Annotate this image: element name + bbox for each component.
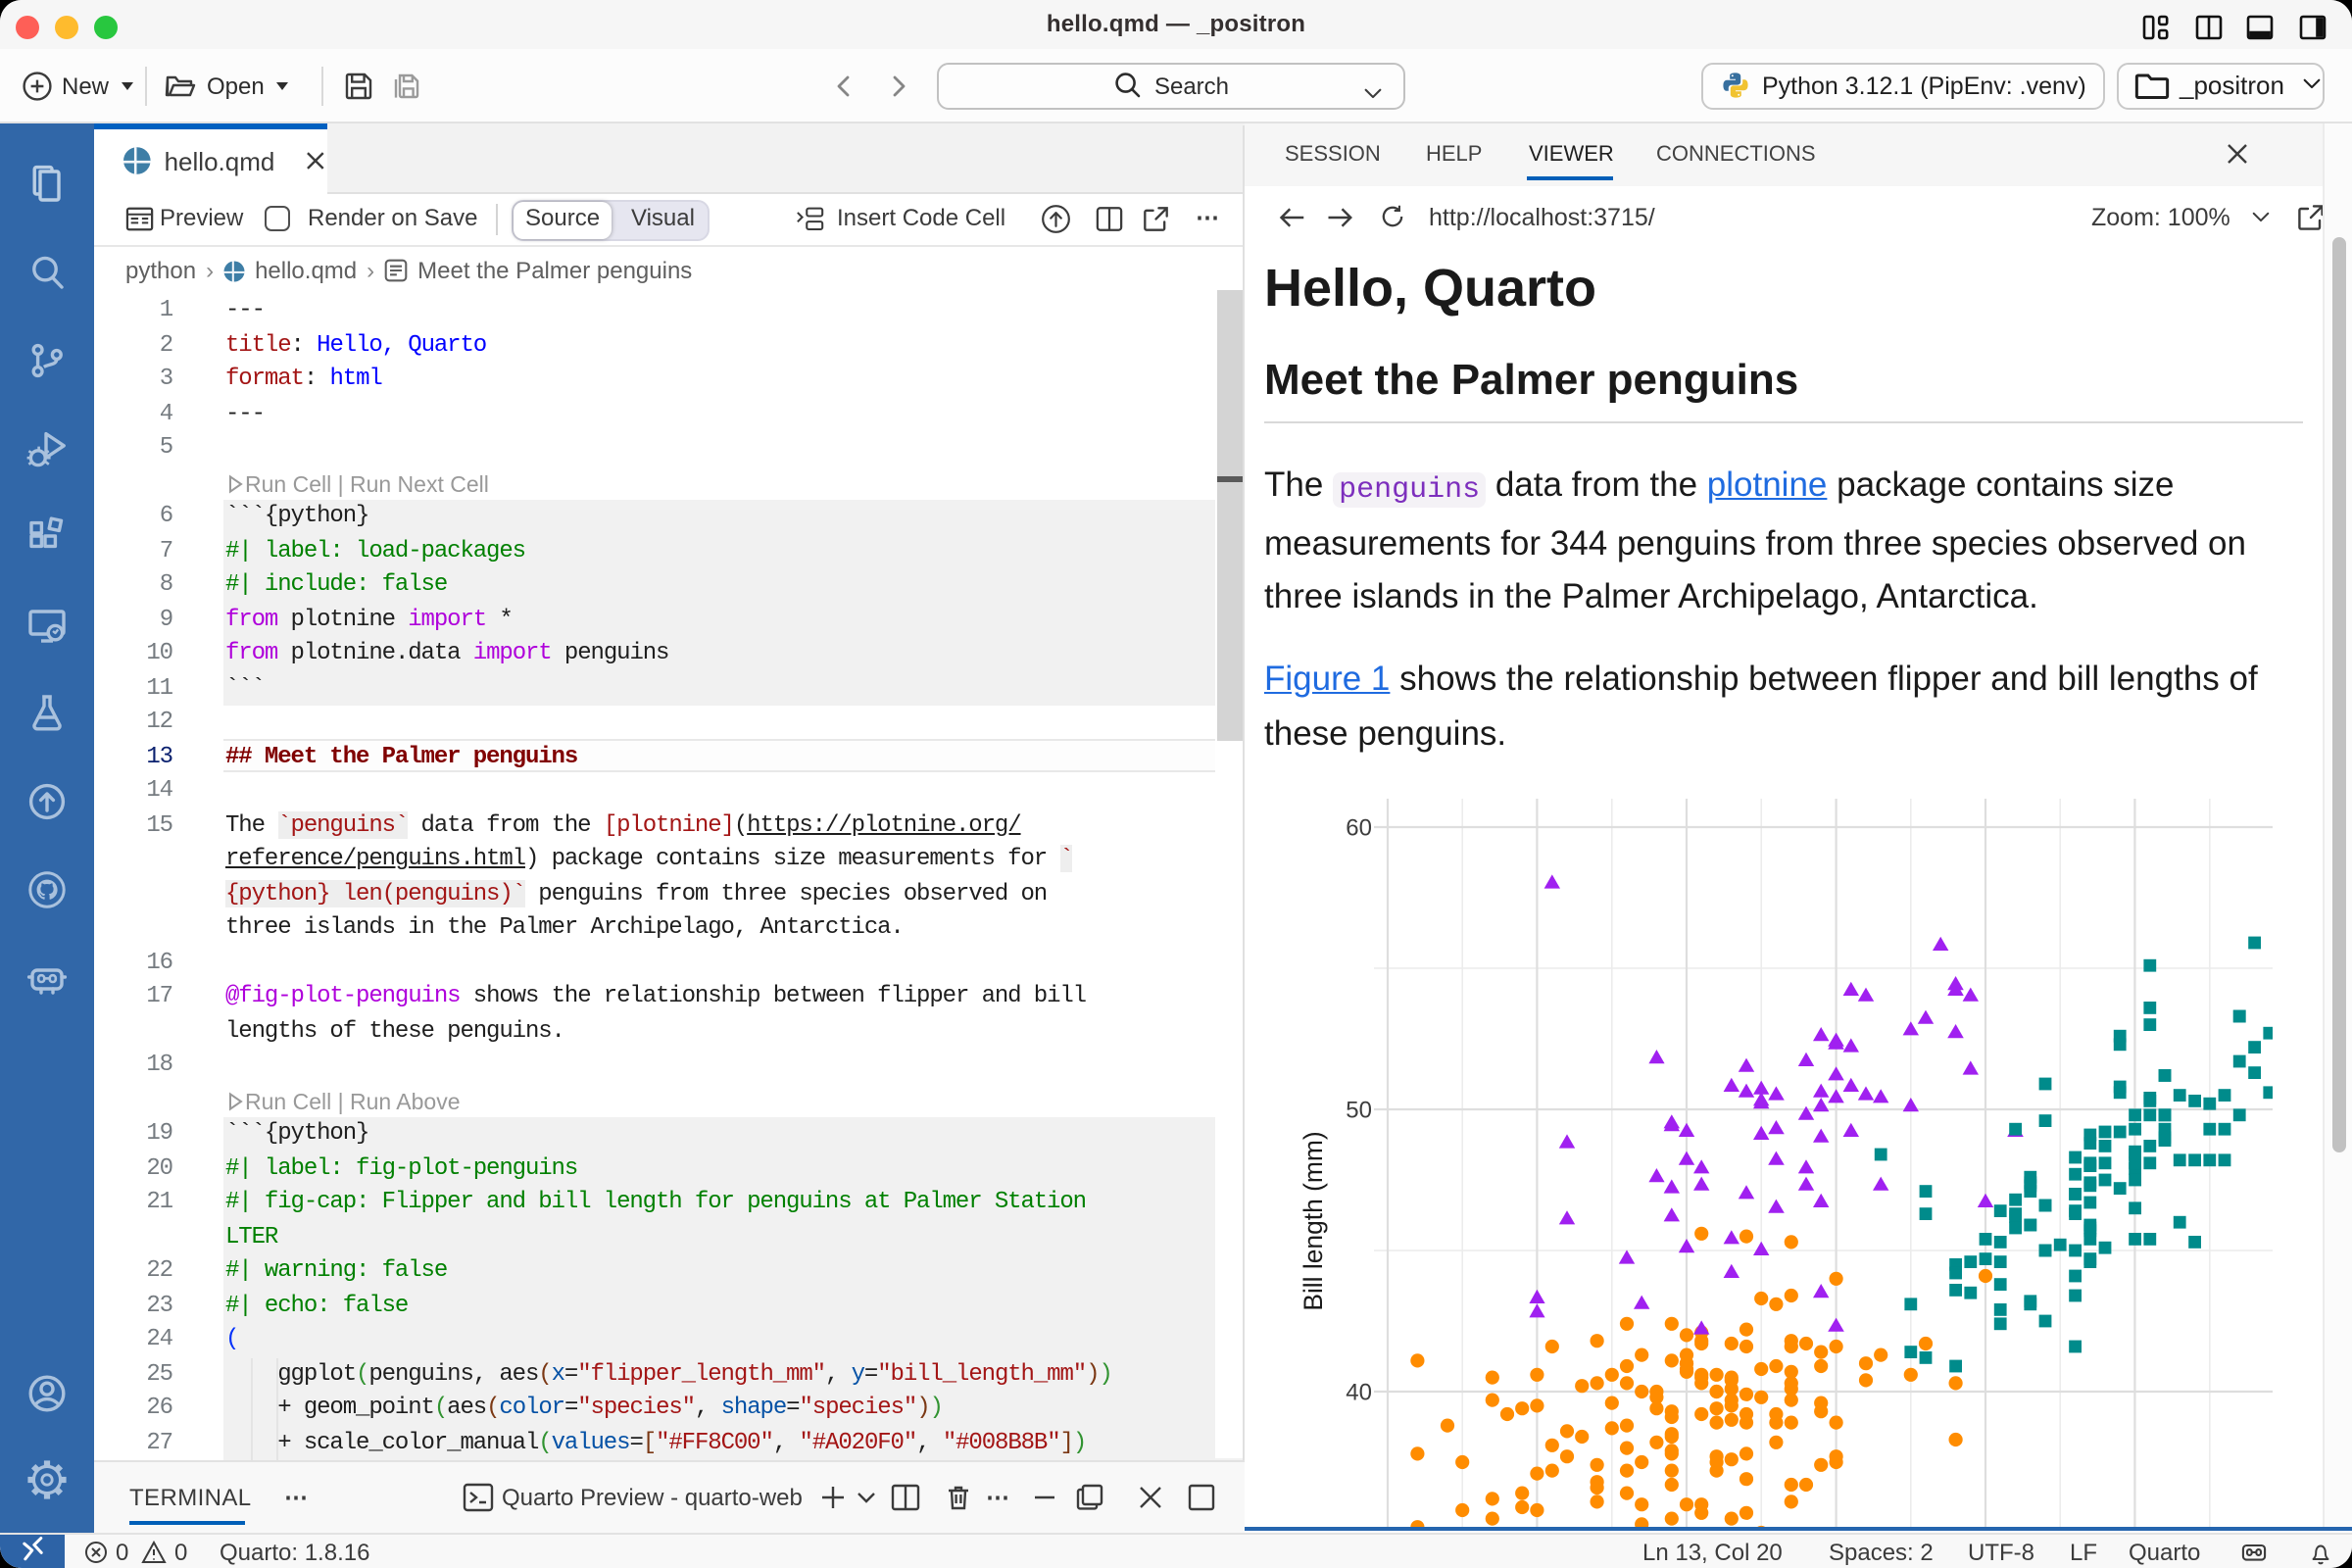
svg-text:40: 40 [1346, 1379, 1372, 1405]
svg-text:60: 60 [1346, 814, 1372, 841]
svg-text:50: 50 [1346, 1097, 1372, 1123]
svg-text:Bill length (mm): Bill length (mm) [1298, 1131, 1328, 1310]
